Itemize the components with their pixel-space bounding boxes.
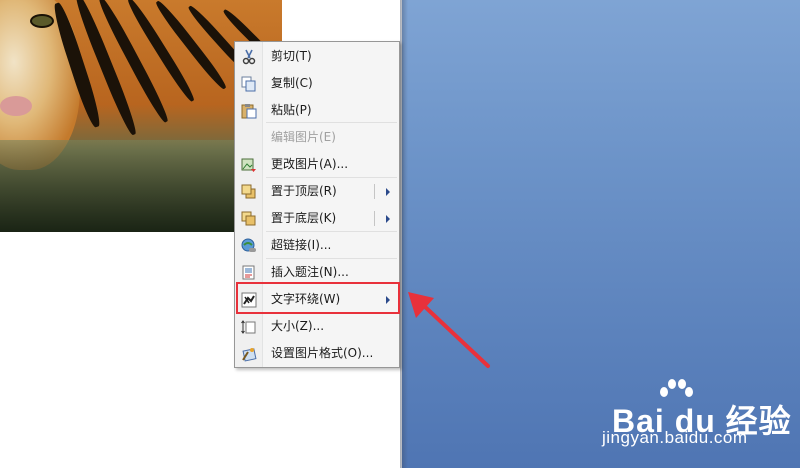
scissors-icon xyxy=(240,48,257,65)
menu-item-copy[interactable]: 复制(C) xyxy=(235,70,399,97)
menu-item-format-picture[interactable]: 设置图片格式(O)... xyxy=(235,340,399,367)
page-shadow xyxy=(400,0,408,468)
menu-item-label: 超链接(I)... xyxy=(271,238,332,252)
menu-item-hyperlink[interactable]: 超链接(I)... xyxy=(235,232,399,259)
baidu-jingyan-watermark: Bai du 经验 jingyan.baidu.com xyxy=(596,378,796,458)
submenu-arrow-icon[interactable] xyxy=(386,215,390,223)
menu-item-size[interactable]: 大小(Z)... xyxy=(235,313,399,340)
menu-item-paste[interactable]: 粘贴(P) xyxy=(235,97,399,124)
menu-item-label: 更改图片(A)... xyxy=(271,157,349,171)
size-icon xyxy=(240,318,257,335)
tiger-eye xyxy=(30,14,54,28)
menu-item-label: 粘贴(P) xyxy=(271,103,312,117)
menu-item-edit-picture: 编辑图片(E) xyxy=(235,124,399,151)
tiger-nose xyxy=(0,96,32,116)
hyperlink-icon xyxy=(240,237,257,254)
submenu-divider xyxy=(374,211,375,226)
menu-item-label: 置于底层(K) xyxy=(271,211,337,225)
submenu-arrow-icon[interactable] xyxy=(386,188,390,196)
menu-separator xyxy=(266,122,397,123)
menu-item-label: 编辑图片(E) xyxy=(271,130,336,144)
menu-item-change-picture[interactable]: 更改图片(A)... xyxy=(235,151,399,178)
menu-item-cut[interactable]: 剪切(T) xyxy=(235,43,399,70)
bring-to-front-icon xyxy=(240,183,257,200)
caption-icon xyxy=(240,264,257,281)
submenu-divider xyxy=(374,184,375,199)
menu-item-label: 剪切(T) xyxy=(271,49,312,63)
send-to-back-icon xyxy=(240,210,257,227)
menu-item-label: 设置图片格式(O)... xyxy=(271,346,374,360)
paste-icon xyxy=(240,102,257,119)
highlight-box xyxy=(236,282,400,314)
format-picture-icon xyxy=(240,345,257,362)
context-menu: 剪切(T) 复制(C) 粘贴(P) 编辑图片(E) 更改图片(A)... 置于顶… xyxy=(234,41,400,368)
menu-item-label: 置于顶层(R) xyxy=(271,184,337,198)
change-picture-icon xyxy=(240,156,257,173)
menu-item-bring-to-front[interactable]: 置于顶层(R) xyxy=(235,178,399,205)
copy-icon xyxy=(240,75,257,92)
menu-item-label: 复制(C) xyxy=(271,76,313,90)
red-pointer-arrow-icon xyxy=(408,292,490,368)
watermark-url: jingyan.baidu.com xyxy=(602,428,748,447)
menu-item-send-to-back[interactable]: 置于底层(K) xyxy=(235,205,399,232)
menu-item-label: 大小(Z)... xyxy=(271,319,325,333)
